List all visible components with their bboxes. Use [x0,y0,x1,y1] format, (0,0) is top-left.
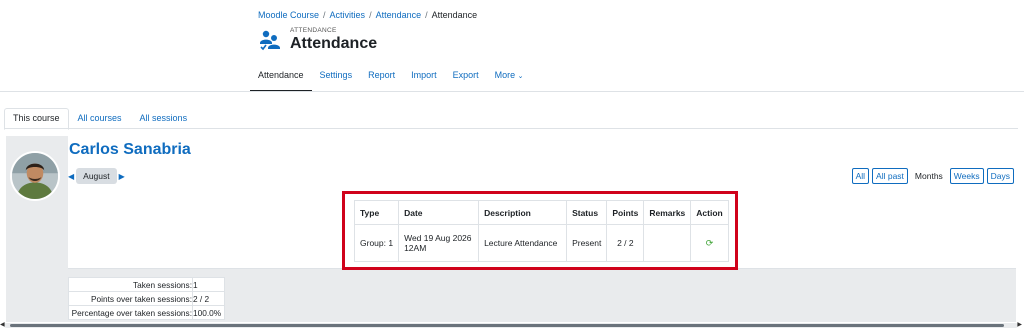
header-status: Status [566,200,608,225]
breadcrumb-separator: / [425,10,428,20]
nav-divider [0,91,1024,92]
summary-row: Percentage over taken sessions: 100.0% [68,305,225,320]
user-name[interactable]: Carlos Sanabria [69,141,191,159]
filter-days-button[interactable]: Days [986,168,1014,184]
sessions-table: Type Date Description Status Points Rema… [353,200,729,262]
table-header-row: Type Date Description Status Points Rema… [353,200,729,225]
cell-remarks [643,224,692,262]
header-action: Action [690,200,729,225]
cell-date: Wed 19 Aug 2026 12AM [398,224,480,262]
header-date: Date [398,200,480,225]
view-tabs: This course All courses All sessions [4,108,196,130]
page-pretitle: ATTENDANCE [290,27,337,34]
cell-description: Lecture Attendance [478,224,568,262]
breadcrumb-current: Attendance [431,10,478,20]
cell-action: ⟳ [690,224,729,262]
header-type: Type [353,200,400,225]
page-title: Attendance [290,35,378,52]
header-points: Points [606,200,645,225]
triangle-left-icon[interactable]: ◀ [68,172,74,181]
page-header: ATTENDANCE Attendance [258,27,377,53]
summary-value-percentage: 100.0% [192,305,225,320]
avatar-photo [12,153,58,199]
secondary-navigation: Attendance Settings Report Import Export… [250,64,532,92]
tab-this-course[interactable]: This course [4,108,69,130]
filter-all-button[interactable]: All [851,168,870,184]
nav-tab-report[interactable]: Report [360,64,403,92]
horizontal-scrollbar[interactable]: ◀ ▶ [0,322,1022,328]
nav-tab-more-label: More [494,70,516,80]
scroll-right-icon[interactable]: ▶ [1017,321,1022,328]
refresh-icon[interactable]: ⟳ [706,238,714,248]
filter-all-past-button[interactable]: All past [872,168,908,184]
view-filter-buttons: All All past Months Weeks Days [851,168,1014,184]
summary-value-points: 2 / 2 [192,291,225,306]
summary-value-taken: 1 [192,277,225,292]
breadcrumb: Moodle Course / Activities / Attendance … [258,10,477,20]
header-description: Description [478,200,568,225]
summary-table: Taken sessions: 1 Points over taken sess… [68,277,225,320]
nav-tab-import[interactable]: Import [403,64,445,92]
breadcrumb-separator: / [323,10,326,20]
scroll-left-icon[interactable]: ◀ [0,321,5,328]
breadcrumb-separator: / [369,10,372,20]
cell-status: Present [566,224,608,262]
nav-tab-export[interactable]: Export [445,64,487,92]
breadcrumb-course[interactable]: Moodle Course [258,10,319,20]
summary-label-percentage: Percentage over taken sessions: [68,305,193,320]
nav-tab-attendance[interactable]: Attendance [250,64,312,92]
breadcrumb-attendance[interactable]: Attendance [376,10,422,20]
triangle-right-icon[interactable]: ▶ [119,172,125,181]
nav-tab-more[interactable]: More ⌄ [487,64,532,92]
scrollbar-thumb[interactable] [10,324,1004,327]
cell-points: 2 / 2 [606,224,645,262]
summary-row: Points over taken sessions: 2 / 2 [68,291,225,306]
tabs-divider [4,128,1018,129]
cell-type: Group: 1 [353,224,400,262]
tab-all-courses[interactable]: All courses [69,108,131,130]
header-remarks: Remarks [643,200,692,225]
month-navigation: ◀ August ▶ [68,168,125,184]
filter-weeks-button[interactable]: Weeks [949,168,984,184]
current-month: August [76,168,117,184]
filter-months-button: Months [910,168,947,184]
nav-tab-settings[interactable]: Settings [312,64,361,92]
tab-all-sessions[interactable]: All sessions [131,108,197,130]
breadcrumb-activities[interactable]: Activities [330,10,366,20]
table-row: Group: 1 Wed 19 Aug 2026 12AM Lecture At… [353,224,729,262]
header-text: ATTENDANCE Attendance [290,27,377,53]
chevron-down-icon: ⌄ [517,73,524,80]
attendance-icon [260,30,280,51]
summary-label-points: Points over taken sessions: [68,291,193,306]
summary-row: Taken sessions: 1 [68,277,225,292]
summary-label-taken: Taken sessions: [68,277,193,292]
avatar [10,151,60,201]
